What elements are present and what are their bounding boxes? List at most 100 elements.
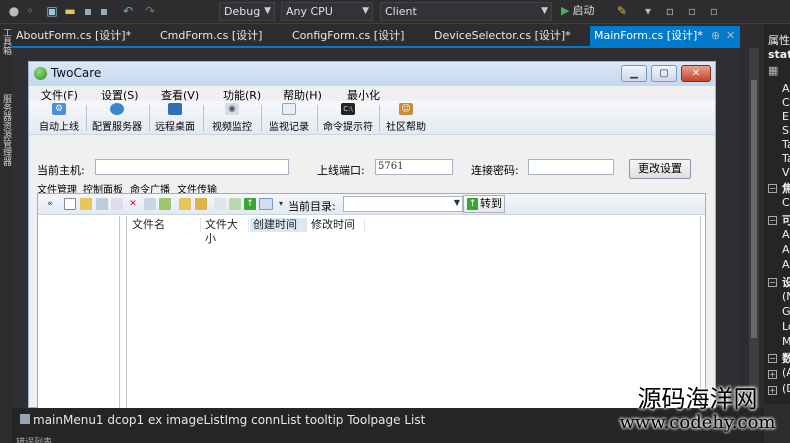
scrollbar-thumb[interactable] <box>751 80 757 338</box>
password-input[interactable] <box>528 159 614 175</box>
property-row[interactable]: Ta <box>782 152 790 165</box>
remote-desktop-button[interactable]: 远程桌面 <box>153 103 197 133</box>
new-file-icon[interactable] <box>64 198 76 210</box>
open-folder-icon[interactable]: ▬ <box>62 3 78 19</box>
monitor-log-button[interactable]: 监视记录 <box>267 103 311 133</box>
current-dir-select[interactable]: ▼ <box>343 196 463 212</box>
property-category: 可 <box>782 214 790 227</box>
toolbar-icon[interactable]: ▫ <box>684 3 700 19</box>
close-icon[interactable]: ✕ <box>726 29 735 42</box>
collapse-icon[interactable]: « <box>44 198 56 210</box>
community-help-button[interactable]: ☺ 社区帮助 <box>383 103 429 133</box>
attach-icon[interactable]: ✎ <box>614 3 630 19</box>
run-icon[interactable] <box>229 198 241 210</box>
platform-select[interactable]: Any CPU ▼ <box>281 2 373 21</box>
folder-icon[interactable] <box>80 198 92 210</box>
property-row[interactable]: En <box>782 110 790 123</box>
properties-object[interactable]: stat <box>768 48 790 61</box>
file-list[interactable]: 文件名 文件大小 创建时间 修改时间 <box>126 216 701 409</box>
designer-scrollbar[interactable] <box>749 48 759 408</box>
property-row[interactable]: M <box>782 335 790 348</box>
back-icon[interactable]: ● <box>6 3 22 19</box>
port-input[interactable]: 5761 <box>375 159 453 175</box>
port-label: 上线端口: <box>317 164 365 177</box>
toolbar-icon[interactable]: ▫ <box>706 3 722 19</box>
auto-online-button[interactable]: ⚙ 自动上线 <box>37 103 81 133</box>
refresh-icon[interactable] <box>214 198 226 210</box>
undo-icon[interactable]: ↶ <box>120 3 136 19</box>
paste-icon[interactable] <box>111 198 123 210</box>
folder-tree[interactable] <box>38 216 120 409</box>
maximize-button[interactable]: ▢ <box>651 65 677 82</box>
tool-label: 视频监控 <box>212 122 252 133</box>
command-prompt-button[interactable]: C:\ 命令提示符 <box>321 103 375 133</box>
chevron-down-icon[interactable]: ▾ <box>275 198 287 210</box>
download-icon[interactable] <box>195 198 207 210</box>
property-row[interactable]: Ac <box>782 228 790 241</box>
tab-mainform[interactable]: MainForm.cs [设计]* ⊕ ✕ <box>590 26 740 46</box>
project-select[interactable]: Client ▼ <box>380 2 552 21</box>
tab-configform[interactable]: ConfigForm.cs [设计] <box>288 26 428 46</box>
config-select[interactable]: Debug ▼ <box>219 2 275 21</box>
property-row[interactable]: Vi <box>782 166 790 179</box>
monitor-icon <box>168 103 182 115</box>
toolbar-separator <box>86 105 87 131</box>
view-mode-icon[interactable] <box>259 198 273 210</box>
property-row[interactable]: Lo <box>782 320 790 333</box>
properties-icon[interactable] <box>144 198 156 210</box>
goto-button[interactable]: ↑ 转到 <box>463 195 505 213</box>
new-project-icon[interactable]: ▣ <box>44 3 60 19</box>
go-up-icon[interactable]: ↑ <box>244 198 256 210</box>
properties-toolbar-icon[interactable]: ▦ <box>768 64 778 77</box>
property-row[interactable]: (A <box>782 366 790 379</box>
tab-cmdform[interactable]: CmdForm.cs [设计] <box>156 26 286 46</box>
upload-icon[interactable] <box>159 198 171 210</box>
apply-settings-button[interactable]: 更改设置 <box>629 159 691 179</box>
property-row[interactable]: Sh <box>782 124 790 137</box>
collapse-icon[interactable]: − <box>768 278 777 287</box>
toolbar-overflow-icon[interactable]: ▾ <box>640 3 656 19</box>
collapse-icon[interactable]: − <box>768 216 777 225</box>
collapse-icon[interactable]: − <box>768 184 777 193</box>
tool-label: 社区帮助 <box>386 122 426 133</box>
property-row[interactable]: Co <box>782 96 790 109</box>
video-monitor-button[interactable]: ◉ 视频监控 <box>209 103 255 133</box>
open-icon[interactable] <box>179 198 191 210</box>
close-button[interactable]: ✕ <box>681 65 711 82</box>
save-all-icon[interactable]: ▪ <box>96 3 112 19</box>
save-icon[interactable]: ▪ <box>80 3 96 19</box>
server-explorer-tab[interactable]: 服务器资源管理器 <box>0 94 12 166</box>
start-debug-button[interactable]: ▶ 启动 <box>561 3 594 19</box>
tab-aboutform[interactable]: AboutForm.cs [设计]* <box>12 26 152 46</box>
column-header-size[interactable]: 文件大小 <box>202 218 249 245</box>
redo-icon[interactable]: ↷ <box>142 3 158 19</box>
tab-deviceselector[interactable]: DeviceSelector.cs [设计]* <box>430 26 590 46</box>
property-row[interactable]: Al <box>782 82 790 95</box>
properties-panel: 属性 stat ▦ Al Co En Sh Ta Ta Vi − 焦 Ca − … <box>764 24 790 404</box>
copy-icon[interactable] <box>96 198 108 210</box>
toolbar-icon[interactable]: ▫ <box>662 3 678 19</box>
delete-icon[interactable]: ✕ <box>127 198 139 210</box>
component-tray-items[interactable]: mainMenu1 dcop1 ex imageListImg connList… <box>20 413 425 427</box>
host-input[interactable] <box>95 159 289 175</box>
collapse-icon[interactable]: − <box>768 354 777 363</box>
column-header-name[interactable]: 文件名 <box>129 218 201 232</box>
property-row[interactable]: Ge <box>782 305 790 318</box>
forward-icon[interactable]: ◦ <box>22 3 38 19</box>
pin-icon[interactable]: ⊕ <box>711 29 720 42</box>
expand-icon[interactable]: + <box>768 370 777 379</box>
go-arrow-icon: ↑ <box>467 198 478 210</box>
column-header-created[interactable]: 创建时间 <box>250 218 307 232</box>
property-row[interactable]: Ac <box>782 243 790 256</box>
property-row[interactable]: Ac <box>782 258 790 271</box>
config-server-button[interactable]: 配置服务器 <box>89 103 145 133</box>
property-row[interactable]: Ca <box>782 196 790 209</box>
form-toolstrip: ⚙ 自动上线 配置服务器 远程桌面 ◉ 视频监控 监视记录 C:\ 命令提示符 <box>29 101 715 135</box>
chevron-down-icon: ▼ <box>541 6 548 16</box>
column-header-modified[interactable]: 修改时间 <box>308 218 365 232</box>
property-row[interactable]: (N <box>782 290 790 303</box>
minimize-button[interactable]: ▁ <box>621 65 647 82</box>
property-row[interactable]: Ta <box>782 138 790 151</box>
error-list-tab[interactable]: 错误列表 <box>16 435 52 443</box>
toolbox-tab[interactable]: 工具箱 <box>0 28 12 55</box>
